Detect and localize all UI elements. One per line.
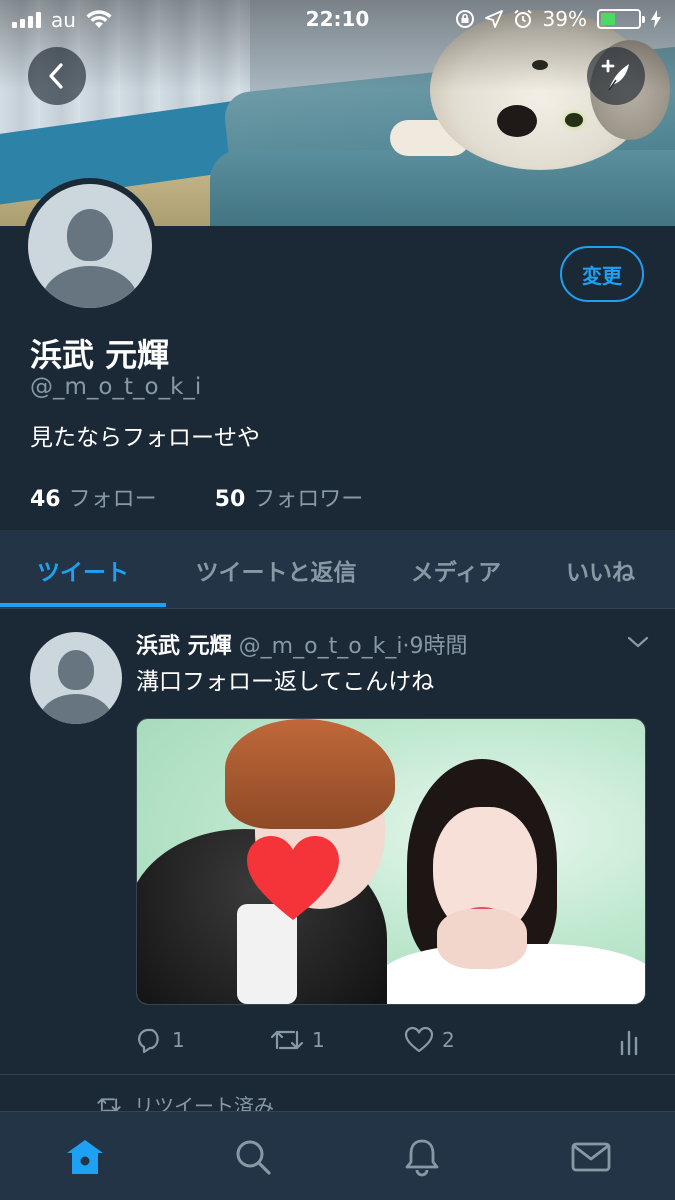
tweet-avatar[interactable] — [30, 632, 122, 724]
profile-handle: @_m_o_t_o_k_i — [30, 374, 202, 400]
heart-sticker-icon — [247, 836, 339, 920]
reply-icon — [138, 1028, 159, 1054]
avatar-placeholder-body — [40, 694, 112, 724]
following-link[interactable]: 46 フォロー — [30, 481, 157, 513]
home-icon — [67, 1140, 103, 1174]
reply-count: 1 — [172, 1028, 185, 1052]
orientation-lock-icon — [455, 10, 474, 28]
bell-icon — [405, 1139, 439, 1177]
tweet-analytics-button[interactable] — [618, 1026, 640, 1056]
avatar-placeholder-head — [67, 209, 113, 261]
tab-home[interactable] — [60, 1132, 110, 1182]
tab-search[interactable] — [228, 1132, 278, 1182]
followers-label: フォロワー — [253, 487, 364, 512]
retweet-button[interactable]: 1 — [270, 1026, 325, 1054]
tweet-text: 溝口フォロー返してこんけね — [136, 669, 435, 695]
compose-feather-icon — [601, 59, 629, 91]
tweet-author-handle[interactable]: @_m_o_t_o_k_i — [239, 634, 403, 659]
charging-bolt-icon — [651, 10, 661, 28]
tab-media[interactable]: メディア — [386, 530, 526, 609]
back-button[interactable] — [28, 47, 86, 105]
photo-person-hair — [225, 719, 395, 829]
mail-icon — [571, 1142, 611, 1172]
battery-level-fill — [601, 13, 616, 25]
compose-tweet-button[interactable] — [587, 47, 645, 105]
retweet-count: 1 — [312, 1028, 325, 1052]
tab-messages[interactable] — [566, 1132, 616, 1182]
avatar-placeholder-head — [58, 650, 94, 690]
search-icon — [236, 1140, 271, 1175]
tweet-author-name[interactable]: 浜武 元輝 — [136, 634, 232, 659]
tab-tweets[interactable]: ツイート — [0, 530, 166, 609]
avatar-placeholder-body — [42, 266, 138, 308]
profile-name: 浜武 元輝 — [30, 336, 170, 374]
tweet-actions: 1 1 2 — [136, 1022, 646, 1062]
tab-likes[interactable]: いいね — [526, 530, 675, 609]
location-arrow-icon — [484, 10, 503, 28]
battery-percent: 39% — [542, 7, 587, 31]
retweet-icon — [270, 1030, 304, 1050]
tweet-photo[interactable] — [136, 718, 646, 1005]
profile-tabs: ツイート ツイートと返信 メディア いいね — [0, 530, 675, 609]
like-button[interactable]: 2 — [404, 1026, 455, 1054]
following-count: 46 — [30, 487, 61, 512]
status-bar: au 22:10 39% — [0, 0, 675, 40]
tab-notifications[interactable] — [397, 1132, 447, 1182]
reply-button[interactable]: 1 — [136, 1026, 185, 1054]
active-tab-indicator — [0, 603, 166, 607]
following-label: フォロー — [68, 487, 157, 512]
status-bar-right: 39% — [455, 7, 661, 31]
tab-tweets-and-replies[interactable]: ツイートと返信 — [166, 530, 386, 609]
analytics-bars-icon — [620, 1030, 638, 1056]
chevron-left-icon — [49, 63, 63, 89]
battery-icon — [597, 9, 645, 29]
alarm-clock-icon — [513, 9, 532, 28]
edit-profile-button[interactable]: 変更 — [560, 246, 644, 302]
photo-hand — [437, 909, 527, 969]
follow-stats: 46 フォロー 50 フォロワー — [30, 481, 363, 513]
tweet-header: 浜武 元輝 @_m_o_t_o_k_i·9時間 — [136, 628, 468, 660]
followers-count: 50 — [214, 487, 246, 512]
profile-avatar[interactable] — [22, 178, 158, 314]
tweet-separator: · — [402, 634, 410, 659]
tweet-divider — [0, 1074, 675, 1075]
profile-bio: 見たならフォローせや — [30, 425, 260, 451]
tweet-timestamp: 9時間 — [409, 634, 468, 659]
followers-link[interactable]: 50 フォロワー — [215, 481, 364, 513]
bottom-tab-bar — [0, 1111, 675, 1200]
like-count: 2 — [442, 1028, 455, 1052]
heart-icon — [404, 1026, 434, 1053]
chevron-down-icon[interactable] — [626, 634, 650, 650]
